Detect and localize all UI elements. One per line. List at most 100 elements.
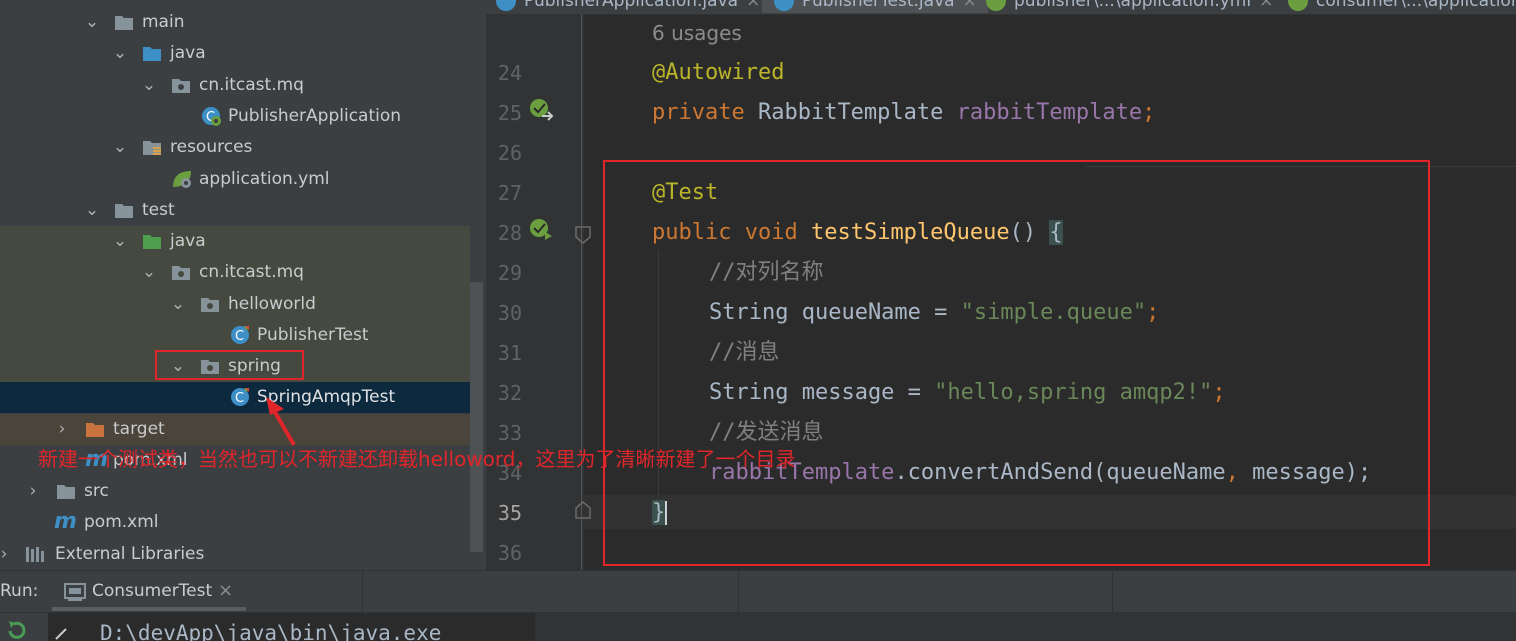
- tree-item-src[interactable]: › src: [0, 476, 470, 507]
- line-number: 33: [497, 421, 522, 445]
- code-line-25: private RabbitTemplate rabbitTemplate;: [652, 100, 1155, 126]
- tab-consumer-test[interactable]: ConsumerTest ×: [48, 571, 362, 613]
- tab-publisher-application[interactable]: PublisherApplication.java ×: [496, 0, 760, 13]
- tree-item-label: main: [142, 12, 185, 32]
- chevron-down-icon[interactable]: ⌄: [84, 200, 100, 220]
- semicolon-token: ;: [1142, 100, 1156, 125]
- tab-publisher-application-yml[interactable]: publisher\...\application.yml ×: [986, 0, 1276, 13]
- tree-item-label: application.yml: [199, 169, 330, 189]
- editor-tab-bar: PublisherApplication.java × PublisherTest…: [486, 0, 1516, 15]
- tab-label: PublisherTest.java: [802, 0, 955, 11]
- annotation-highlight-box: [603, 160, 1430, 566]
- tree-item-resources[interactable]: ⌄ resources: [0, 132, 470, 163]
- tab-consumer-application[interactable]: consumer\...\application: [1288, 0, 1516, 13]
- tree-item-external-libraries[interactable]: › External Libraries: [0, 539, 470, 570]
- divider: [1112, 571, 1113, 613]
- tree-item-publisher-test[interactable]: C PublisherTest: [0, 320, 470, 351]
- package-icon: [171, 76, 191, 94]
- tree-item-spring-amqp-test[interactable]: C SpringAmqpTest: [0, 382, 470, 413]
- fold-icon[interactable]: [574, 225, 592, 249]
- line-number-current: 35: [497, 501, 522, 525]
- annotation-arrow-icon: [266, 397, 296, 447]
- spring-yml-icon: [986, 0, 1006, 11]
- divider: [738, 571, 739, 613]
- tree-item-pom-root[interactable]: m pom.xml: [0, 507, 470, 538]
- close-icon[interactable]: ×: [218, 580, 233, 601]
- code-line-24: @Autowired: [652, 60, 784, 86]
- line-number: 30: [497, 301, 522, 325]
- tree-item-publisher-application[interactable]: C PublisherApplication: [0, 101, 470, 132]
- tree-scrollbar[interactable]: [470, 282, 483, 552]
- tree-item-label: PublisherApplication: [228, 106, 402, 126]
- tree-item-label: helloworld: [228, 294, 316, 314]
- source-folder-icon: [142, 44, 162, 62]
- chevron-down-icon[interactable]: ⌄: [112, 43, 128, 63]
- tree-item-label: test: [142, 200, 175, 220]
- spring-bean-navigate-icon[interactable]: [528, 97, 556, 127]
- chevron-down-icon[interactable]: ⌄: [170, 294, 186, 314]
- close-icon[interactable]: ×: [746, 0, 760, 11]
- usages-hint[interactable]: 6 usages: [652, 20, 742, 46]
- spring-boot-class-icon: C: [200, 105, 221, 126]
- tree-item-label: target: [113, 419, 165, 439]
- line-number: 24: [497, 61, 522, 85]
- project-tree: ⌄ main ⌄ java ⌄ cn.itcast.mq C Publisher…: [0, 0, 486, 570]
- line-number: 36: [497, 541, 522, 565]
- resources-folder-icon: [142, 138, 162, 156]
- run-tab-label: ConsumerTest: [92, 581, 213, 601]
- tree-item-label: resources: [170, 137, 253, 157]
- tree-item-target[interactable]: › target: [0, 414, 470, 445]
- run-test-icon[interactable]: [528, 217, 556, 247]
- run-label: Run:: [0, 581, 39, 601]
- annotation-token: @Autowired: [652, 60, 785, 85]
- close-icon[interactable]: ×: [963, 0, 977, 11]
- tree-item-java-test[interactable]: ⌄ java: [0, 226, 470, 257]
- active-tab-underline: [52, 607, 246, 611]
- tab-label: consumer\...\application: [1316, 0, 1516, 11]
- annotation-note: 新建一个测试类，当然也可以不新建还卸载helloword，这里为了清晰新建了一个…: [38, 447, 796, 471]
- chevron-down-icon[interactable]: ⌄: [141, 262, 157, 282]
- tree-item-application-yml[interactable]: application.yml: [0, 164, 470, 195]
- tree-item-java-main[interactable]: ⌄ java: [0, 38, 470, 69]
- rerun-icon[interactable]: [6, 619, 26, 641]
- code-editor[interactable]: PublisherApplication.java × PublisherTest…: [486, 0, 1516, 570]
- tree-item-main[interactable]: ⌄ main: [0, 7, 470, 38]
- gutter-divider: [581, 14, 582, 570]
- folder-icon: [56, 482, 76, 500]
- test-class-icon: C: [229, 386, 249, 406]
- java-class-icon: [496, 0, 516, 11]
- tab-publisher-test[interactable]: PublisherTest.java ×: [762, 0, 988, 13]
- console-output[interactable]: D:\devApp\java\bin\java.exe: [0, 612, 1516, 641]
- folder-icon: [114, 13, 134, 31]
- tree-item-test[interactable]: ⌄ test: [0, 195, 470, 226]
- chevron-right-icon[interactable]: ›: [0, 544, 12, 564]
- chevron-right-icon[interactable]: ›: [54, 419, 70, 439]
- tree-item-package-test[interactable]: ⌄ cn.itcast.mq: [0, 257, 470, 288]
- field-token: rabbitTemplate: [956, 100, 1143, 125]
- folder-icon: [114, 201, 134, 219]
- spring-yml-icon: [171, 169, 191, 188]
- divider: [362, 571, 363, 613]
- close-icon[interactable]: ×: [1259, 0, 1273, 11]
- chevron-right-icon[interactable]: ›: [25, 481, 41, 501]
- chevron-down-icon[interactable]: ⌄: [112, 231, 128, 251]
- line-number: 32: [497, 381, 522, 405]
- type-token: RabbitTemplate: [757, 100, 944, 125]
- tree-item-package[interactable]: ⌄ cn.itcast.mq: [0, 70, 470, 101]
- chevron-down-icon[interactable]: ⌄: [84, 12, 100, 32]
- tree-item-label: PublisherTest: [257, 325, 369, 345]
- chevron-down-icon[interactable]: ⌄: [112, 137, 128, 157]
- libraries-icon: [25, 545, 45, 563]
- chevron-down-icon[interactable]: ⌄: [141, 75, 157, 95]
- spring-yml-icon: [1288, 0, 1308, 11]
- line-number: 31: [497, 341, 522, 365]
- pin-icon[interactable]: [52, 623, 72, 641]
- line-number: 28: [497, 221, 522, 245]
- line-number: 25: [497, 101, 522, 125]
- tab-label: publisher\...\application.yml: [1014, 0, 1252, 11]
- console-toolbar: [0, 613, 48, 641]
- tree-item-label: java: [170, 43, 206, 63]
- tree-item-helloworld[interactable]: ⌄ helloworld: [0, 289, 470, 320]
- tree-item-label: cn.itcast.mq: [199, 262, 304, 282]
- fold-end-icon[interactable]: [574, 500, 592, 524]
